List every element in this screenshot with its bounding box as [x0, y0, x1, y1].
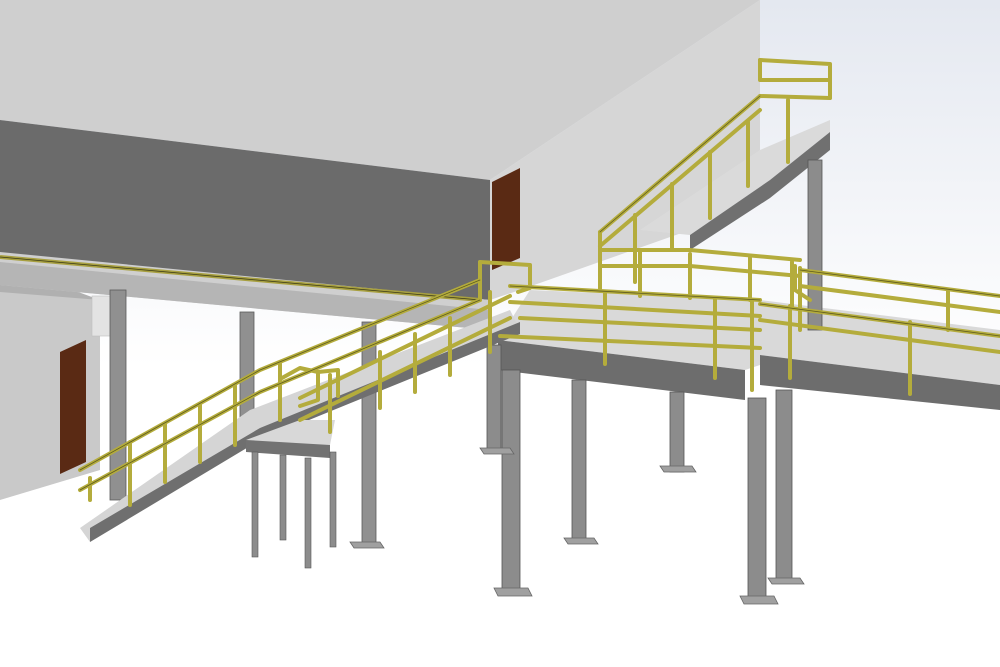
upper-door [492, 168, 520, 270]
cad-render-scene [0, 0, 1000, 667]
lower-door [60, 340, 86, 474]
brick-strip [91, 295, 113, 337]
